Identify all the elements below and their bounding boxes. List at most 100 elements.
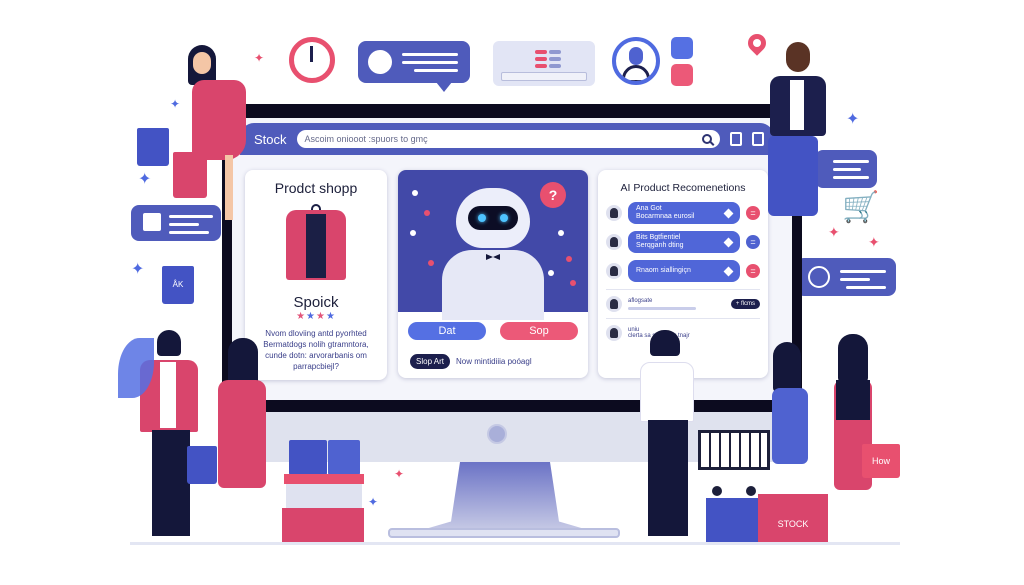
menu-icon[interactable]: = xyxy=(746,206,760,220)
divider xyxy=(606,318,760,319)
diamond-icon xyxy=(723,208,734,218)
gift-box-lid xyxy=(284,474,364,484)
rec-line1: Rnaom siallingiçn xyxy=(636,267,691,274)
divider xyxy=(606,289,760,290)
clock-icon xyxy=(289,37,335,83)
shopping-bag-icon xyxy=(187,446,217,484)
progress-bar xyxy=(628,307,696,310)
shopping-bag-icon: How xyxy=(862,444,900,478)
recommendations-card: AI Product Recomenetions Ana Got Bocarmna… xyxy=(598,170,768,378)
avatar xyxy=(606,263,622,279)
person-leg xyxy=(225,155,233,220)
person-jacket xyxy=(836,380,870,420)
avatar xyxy=(606,296,622,312)
person-shirt xyxy=(160,362,176,428)
chat-bubble-deco xyxy=(796,258,896,296)
app-header: Stock Ascoim oniooot :spuors to gmç xyxy=(240,123,774,155)
person-dress xyxy=(192,80,246,160)
person-dress xyxy=(772,388,808,464)
sparkle-icon: ✦ xyxy=(368,495,379,509)
shopping-cart-icon xyxy=(698,430,770,470)
ai-assistant-card: ? Dat Sop Slop Art Now mintidiiia poóagl xyxy=(398,170,588,378)
mini-label: aflogsate xyxy=(628,298,653,304)
chat-bubble-tail xyxy=(436,82,452,92)
recommendation-item[interactable]: Ana Got Bocarmnaa eurosil = xyxy=(606,202,760,224)
person-hair xyxy=(650,330,680,356)
chat-bubble-deco xyxy=(358,41,470,83)
rec-line1: Bits Bgtfientiel xyxy=(636,234,681,241)
robot-head xyxy=(456,188,530,248)
recommendations-title: AI Product Recomenetions xyxy=(620,182,746,194)
stock-box: STOCK xyxy=(758,494,828,542)
cart-wheel xyxy=(746,486,756,496)
rec-line2: Bocarmnaa eurosil xyxy=(636,213,695,220)
diamond-icon xyxy=(723,237,734,247)
sparkle-icon: ✦ xyxy=(868,234,880,250)
search-icon[interactable] xyxy=(702,134,712,144)
secondary-button[interactable]: Sop xyxy=(500,322,578,340)
search-input[interactable]: Ascoim oniooot :spuors to gmç xyxy=(296,130,720,148)
product-card-title: Prodct shopp xyxy=(274,180,358,196)
recommendation-item[interactable]: Rnaom siallingiçn = xyxy=(606,260,760,282)
sparkle-icon: ✦ xyxy=(131,261,145,278)
tag-pill[interactable]: Slop Art xyxy=(410,354,451,369)
person-shirt xyxy=(790,80,804,130)
sparkle-icon: ✦ xyxy=(846,111,860,128)
product-name: Spoick xyxy=(293,294,339,311)
shopping-bag-icon xyxy=(289,440,327,476)
gift-bubble-deco xyxy=(131,205,221,241)
items-badge[interactable]: + flcms xyxy=(730,299,760,309)
cart-wheel xyxy=(712,486,722,496)
chat-bubble-deco xyxy=(815,150,877,188)
menu-icon[interactable]: = xyxy=(746,235,760,249)
menu-icon[interactable]: = xyxy=(746,264,760,278)
sparkle-icon: ✦ xyxy=(828,224,840,240)
monitor-base xyxy=(388,528,620,538)
recommendation-item[interactable]: Bits Bgtfientiel Serqganh dting = xyxy=(606,231,760,253)
primary-button[interactable]: Dat xyxy=(408,322,486,340)
illustration-stage: ÅK 🛒 ✦ ✦ ✦ ✦ ✦ ✦ ✦ ✦ ✦ Stock Ascoim onio… xyxy=(0,0,1024,585)
account-icon[interactable] xyxy=(730,132,742,146)
person-jeans xyxy=(768,136,818,216)
location-pin-icon xyxy=(744,30,770,56)
monitor-stand xyxy=(415,462,595,532)
shopping-bag-icon xyxy=(137,128,169,166)
rec-line1: Ana Got xyxy=(636,205,662,212)
mini-item[interactable]: aflogsate + flcms xyxy=(606,296,760,312)
person-trousers xyxy=(648,420,688,536)
person-hair xyxy=(773,342,801,392)
floor-line xyxy=(130,542,900,545)
gift-box xyxy=(706,498,764,542)
jacket-image xyxy=(281,204,351,284)
camera-icon xyxy=(671,37,693,59)
person-trousers xyxy=(152,430,190,536)
sparkle-icon: ✦ xyxy=(170,97,181,111)
image-icon xyxy=(671,64,693,86)
question-icon: ? xyxy=(540,182,566,208)
gift-box xyxy=(286,484,362,508)
gift-box xyxy=(282,508,364,542)
profile-icon xyxy=(612,37,660,85)
shopping-bag-icon xyxy=(328,440,360,476)
assistant-caption: Now mintidiiia poóagl xyxy=(456,357,532,366)
mini-item[interactable]: uniuclerta sa sbur ylox tnajr xyxy=(606,325,760,341)
person-face xyxy=(786,42,810,72)
sparkle-icon: ✦ xyxy=(394,467,405,481)
product-description: Nvom dloviing antd pyorhted Bermatdogs n… xyxy=(263,329,369,371)
tablet-icon[interactable] xyxy=(752,132,764,146)
search-placeholder: Ascoim oniooot :spuors to gmç xyxy=(304,134,428,144)
avatar xyxy=(606,205,622,221)
shopping-bag-icon: ÅK xyxy=(162,266,194,304)
person-face xyxy=(193,52,211,74)
avatar xyxy=(606,234,622,250)
robot-body xyxy=(442,250,544,320)
list-card-deco xyxy=(493,41,595,86)
sparkle-icon: ✦ xyxy=(254,51,265,65)
power-button[interactable] xyxy=(487,424,507,444)
diamond-icon xyxy=(723,266,734,276)
shopping-cart-icon: 🛒 xyxy=(842,191,880,224)
avatar xyxy=(606,325,622,341)
product-card[interactable]: Prodct shopp Spoick ★★★★ Nvom dloviing a… xyxy=(245,170,387,380)
brand-logo[interactable]: Stock xyxy=(254,132,287,147)
person-shirt xyxy=(640,362,694,422)
